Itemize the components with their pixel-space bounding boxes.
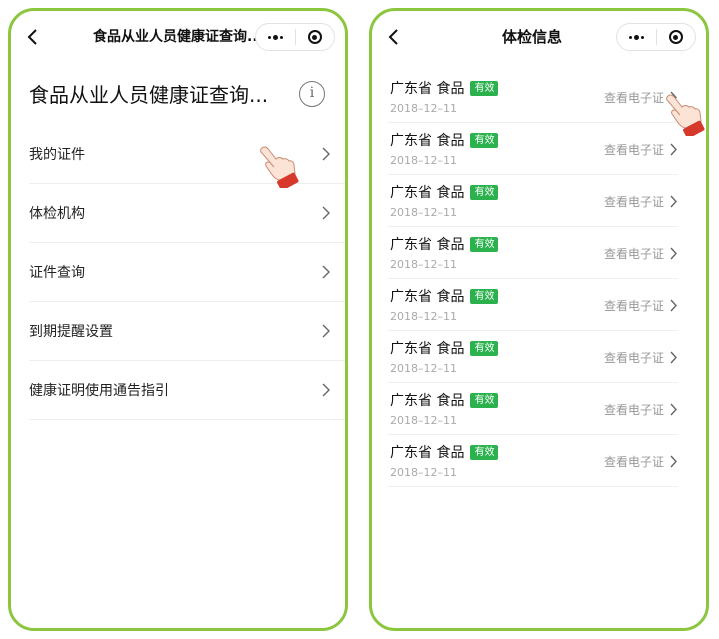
record-row: 广东省 食品 有效 2018–12–11 查看电子证: [388, 383, 678, 435]
chevron-right-icon: [322, 324, 330, 338]
record-title: 广东省 食品: [390, 289, 465, 305]
menu-item[interactable]: 证件查询: [29, 243, 345, 302]
chevron-right-icon: [670, 351, 677, 364]
status-badge: 有效: [470, 393, 499, 408]
record-title: 广东省 食品: [390, 81, 465, 97]
back-arrow-icon[interactable]: [23, 27, 43, 47]
record-row: 广东省 食品 有效 2018–12–11 查看电子证: [388, 435, 678, 487]
status-badge: 有效: [470, 185, 499, 200]
chevron-right-icon: [670, 299, 677, 312]
pointing-hand-icon: [666, 94, 705, 136]
record-date: 2018–12–11: [390, 414, 457, 427]
menu-item[interactable]: 到期提醒设置: [29, 302, 345, 361]
status-badge: 有效: [470, 81, 499, 96]
record-title-line: 广东省 食品 有效: [390, 286, 499, 306]
chevron-right-icon: [322, 147, 330, 161]
record-row: 广东省 食品 有效 2018–12–11 查看电子证: [388, 71, 678, 123]
view-certificate-link[interactable]: 查看电子证: [604, 141, 664, 158]
record-title-line: 广东省 食品 有效: [390, 390, 499, 410]
status-badge: 有效: [470, 289, 499, 304]
record-title-line: 广东省 食品 有效: [390, 338, 499, 358]
record-date: 2018–12–11: [390, 206, 457, 219]
record-row: 广东省 食品 有效 2018–12–11 查看电子证: [388, 175, 678, 227]
phone-frame-left: 食品从业人员健康证查询... 食品从业人员健康证查询... i 我的证件体检机构…: [8, 8, 348, 631]
record-row: 广东省 食品 有效 2018–12–11 查看电子证: [388, 331, 678, 383]
chevron-right-icon: [322, 383, 330, 397]
menu-item-label: 健康证明使用通告指引: [29, 383, 169, 399]
record-title: 广东省 食品: [390, 133, 465, 149]
record-title: 广东省 食品: [390, 237, 465, 253]
status-badge: 有效: [470, 237, 499, 252]
more-dots-icon[interactable]: [256, 34, 295, 40]
menu-item-label: 证件查询: [29, 265, 85, 281]
record-title-line: 广东省 食品 有效: [390, 130, 499, 150]
menu-item[interactable]: 健康证明使用通告指引: [29, 361, 345, 420]
nav-bar: 食品从业人员健康证查询...: [11, 11, 345, 63]
chevron-right-icon: [670, 143, 677, 156]
record-date: 2018–12–11: [390, 362, 457, 375]
view-certificate-link[interactable]: 查看电子证: [604, 89, 664, 106]
nav-title: 食品从业人员健康证查询...: [93, 29, 263, 45]
record-row: 广东省 食品 有效 2018–12–11 查看电子证: [388, 123, 678, 175]
view-certificate-link[interactable]: 查看电子证: [604, 453, 664, 470]
target-circle-icon[interactable]: [657, 30, 696, 44]
record-title-line: 广东省 食品 有效: [390, 78, 499, 98]
chevron-right-icon: [670, 403, 677, 416]
menu-item-label: 到期提醒设置: [29, 324, 113, 340]
record-date: 2018–12–11: [390, 154, 457, 167]
phone-frame-right: 体检信息 广东省 食品 有效 2018–12–11 查看电子证 广东省 食品 有效 2018…: [369, 8, 709, 631]
view-certificate-link[interactable]: 查看电子证: [604, 297, 664, 314]
info-icon[interactable]: i: [299, 81, 325, 107]
view-certificate-link[interactable]: 查看电子证: [604, 193, 664, 210]
view-certificate-link[interactable]: 查看电子证: [604, 349, 664, 366]
record-title: 广东省 食品: [390, 393, 465, 409]
menu-item-label: 我的证件: [29, 147, 85, 163]
record-title: 广东省 食品: [390, 341, 465, 357]
view-certificate-link[interactable]: 查看电子证: [604, 401, 664, 418]
record-date: 2018–12–11: [390, 466, 457, 479]
status-badge: 有效: [470, 341, 499, 356]
nav-title: 体检信息: [501, 28, 562, 46]
mini-program-capsule: [616, 23, 696, 51]
back-arrow-icon[interactable]: [384, 27, 404, 47]
nav-bar: 体检信息: [372, 11, 706, 63]
status-badge: 有效: [470, 133, 499, 148]
record-date: 2018–12–11: [390, 258, 457, 271]
chevron-right-icon: [670, 195, 677, 208]
menu-item[interactable]: 体检机构: [29, 184, 345, 243]
chevron-right-icon: [670, 455, 677, 468]
chevron-right-icon: [670, 247, 677, 260]
record-title-line: 广东省 食品 有效: [390, 234, 499, 254]
record-title-line: 广东省 食品 有效: [390, 442, 499, 462]
record-title: 广东省 食品: [390, 445, 465, 461]
chevron-right-icon: [322, 206, 330, 220]
more-dots-icon[interactable]: [617, 34, 656, 40]
record-list: 广东省 食品 有效 2018–12–11 查看电子证 广东省 食品 有效 2018–12–1…: [388, 71, 678, 487]
status-badge: 有效: [470, 445, 499, 460]
record-row: 广东省 食品 有效 2018–12–11 查看电子证: [388, 227, 678, 279]
target-circle-icon[interactable]: [296, 30, 335, 44]
record-title-line: 广东省 食品 有效: [390, 182, 499, 202]
view-certificate-link[interactable]: 查看电子证: [604, 245, 664, 262]
record-row: 广东省 食品 有效 2018–12–11 查看电子证: [388, 279, 678, 331]
page-heading: 食品从业人员健康证查询...: [29, 83, 269, 107]
chevron-right-icon: [322, 265, 330, 279]
record-title: 广东省 食品: [390, 185, 465, 201]
record-date: 2018–12–11: [390, 310, 457, 323]
menu-item-label: 体检机构: [29, 206, 85, 222]
mini-program-capsule: [255, 23, 335, 51]
pointing-hand-icon: [260, 146, 299, 188]
record-date: 2018–12–11: [390, 102, 457, 115]
